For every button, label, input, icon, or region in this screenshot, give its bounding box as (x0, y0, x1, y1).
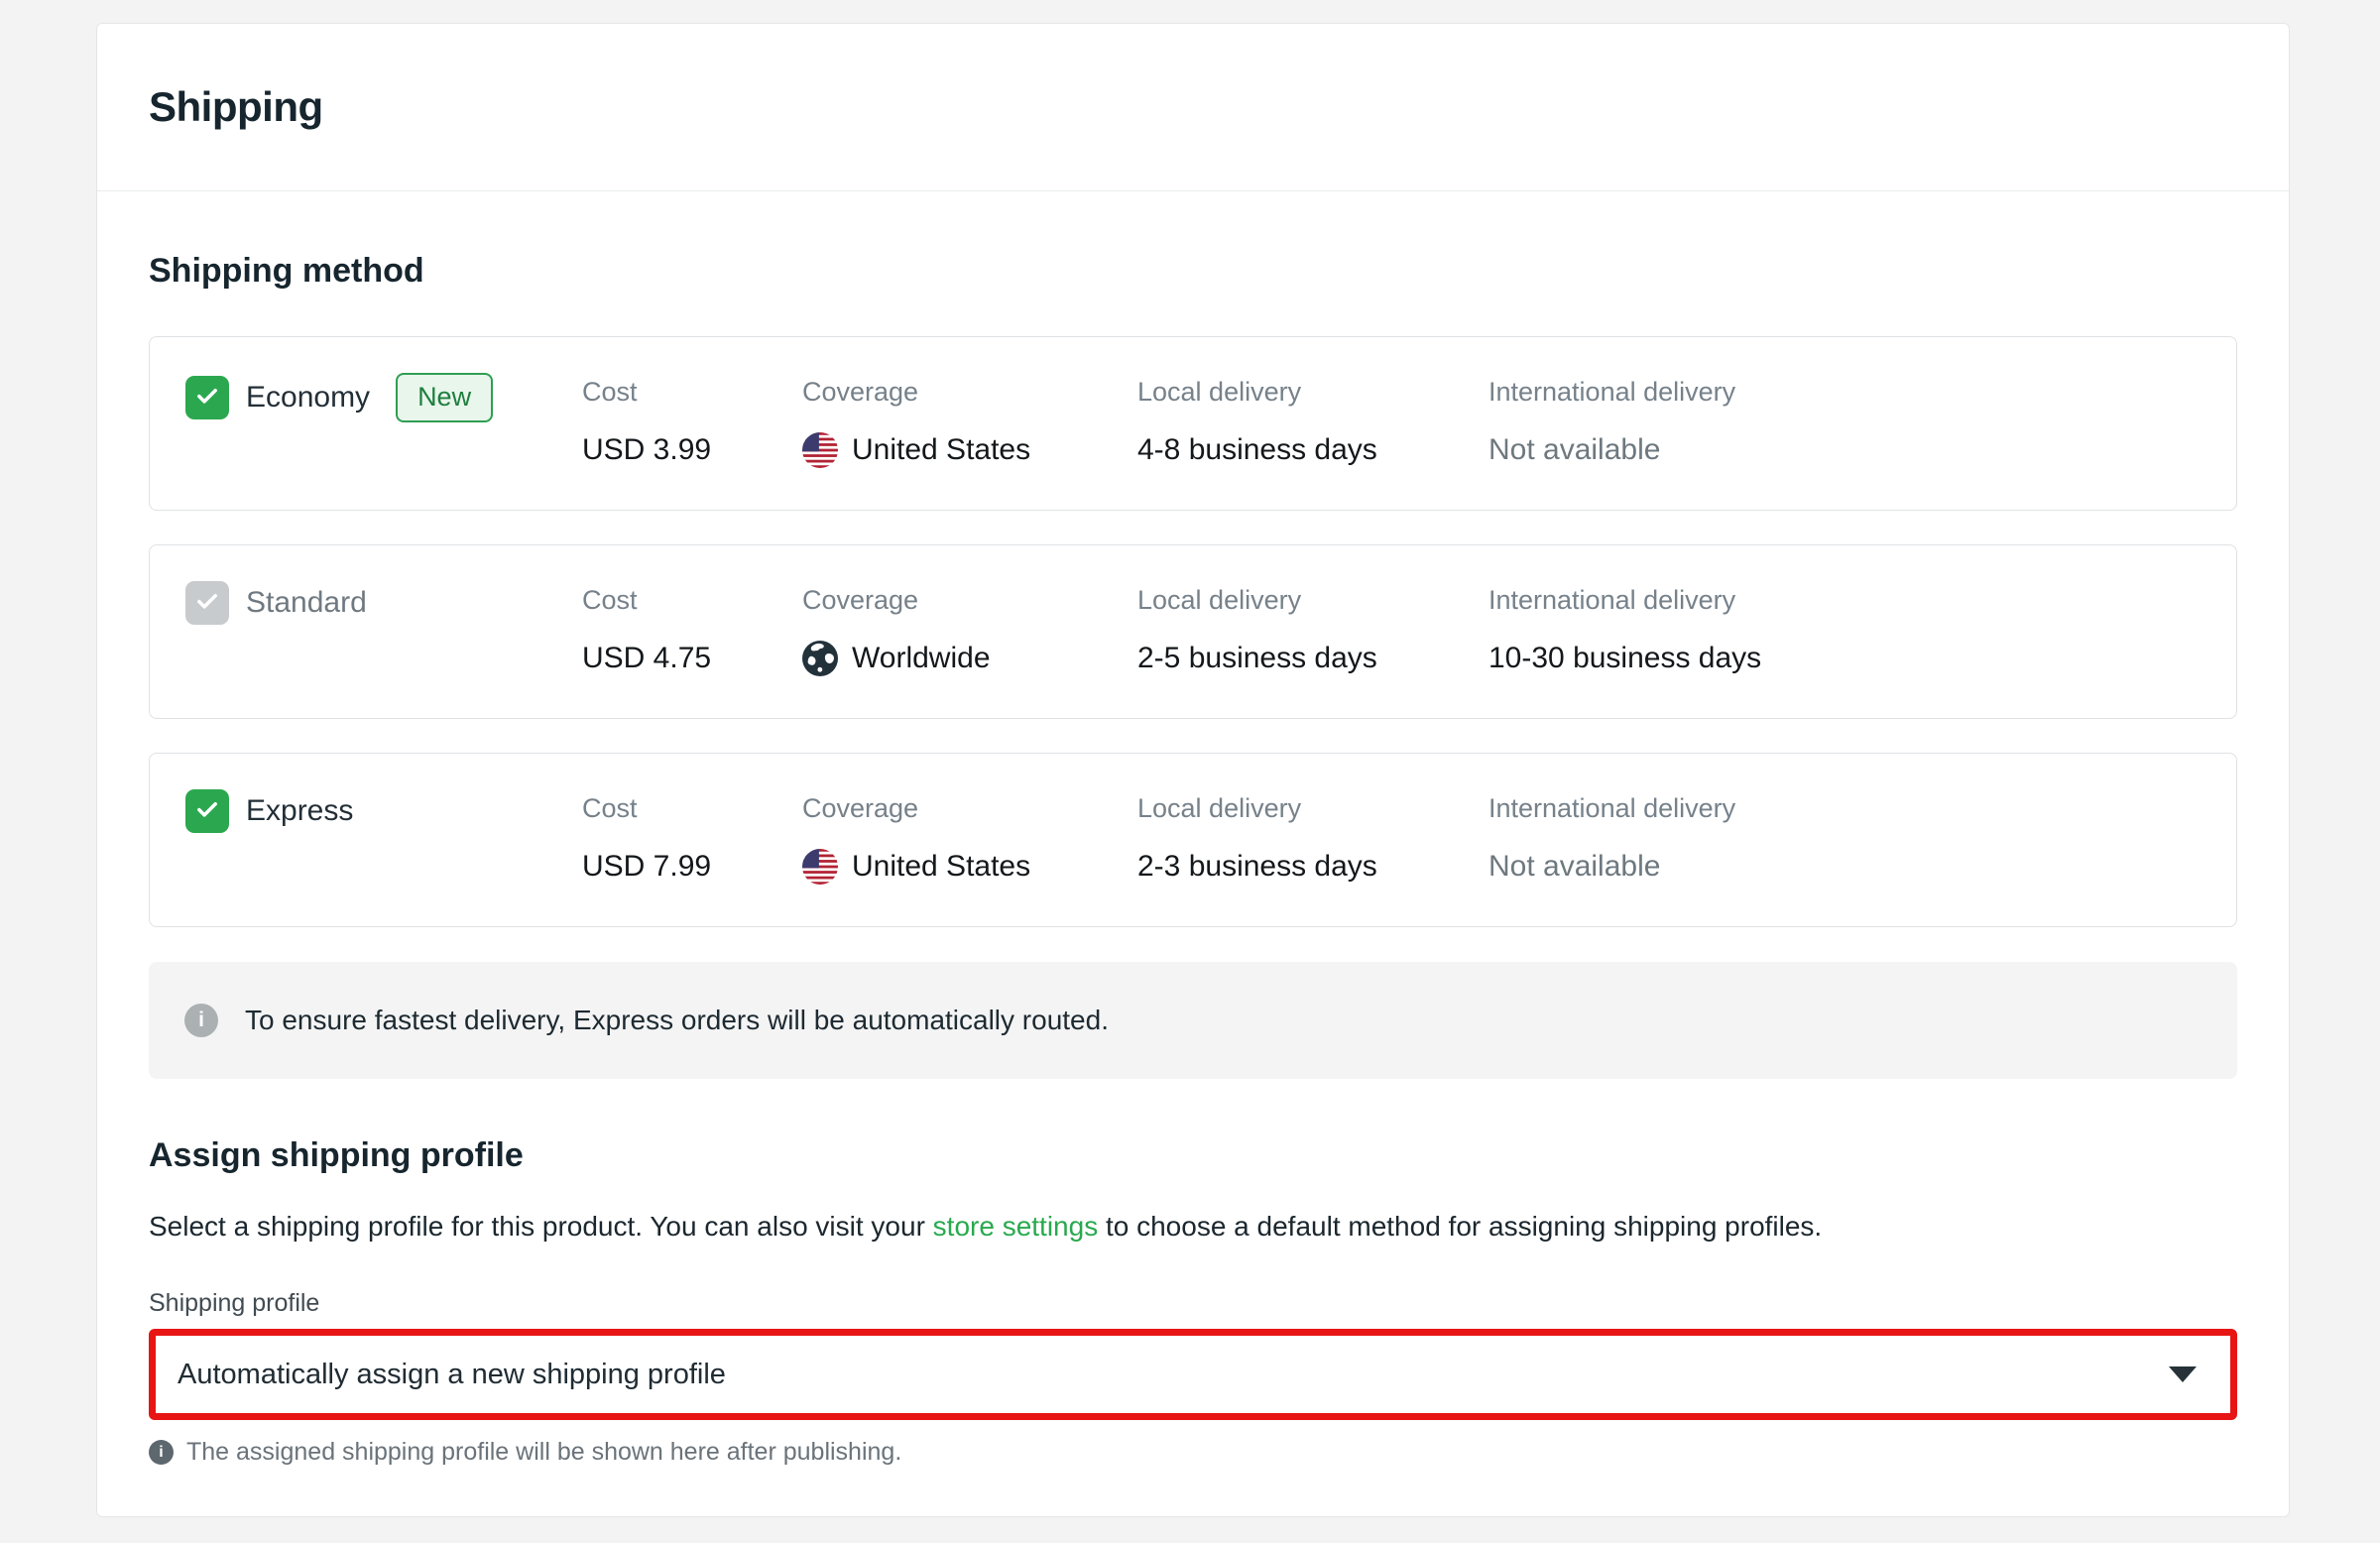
standard-checkbox[interactable] (185, 581, 229, 625)
checkmark-icon (193, 382, 221, 415)
cost-column-label: Cost (582, 375, 711, 409)
page-title: Shipping (149, 83, 323, 131)
shipping-profile-select[interactable]: Automatically assign a new shipping prof… (149, 1329, 2237, 1420)
cost-value: USD 3.99 (582, 430, 711, 470)
page-background: Shipping Shipping method Economy New Cos… (0, 0, 2380, 1543)
assign-description-after: to choose a default method for assigning… (1098, 1211, 1822, 1242)
method-name: Express (246, 789, 353, 833)
shipping-method-row-express: Express Cost USD 7.99 Coverage (149, 753, 2237, 927)
cost-column-label: Cost (582, 791, 711, 825)
globe-icon (802, 641, 838, 676)
shipping-profile-label: Shipping profile (149, 1288, 2237, 1318)
express-checkbox[interactable] (185, 789, 229, 833)
international-delivery-value: Not available (1488, 847, 1735, 887)
info-icon: i (184, 1004, 218, 1037)
economy-checkbox[interactable] (185, 376, 229, 419)
cost-value: USD 4.75 (582, 639, 711, 678)
method-name: Standard (246, 581, 367, 625)
coverage-column-label: Coverage (802, 583, 991, 617)
new-badge: New (396, 373, 493, 422)
shipping-method-row-economy: Economy New Cost USD 3.99 Coverage (149, 336, 2237, 511)
coverage-column-label: Coverage (802, 791, 1030, 825)
shipping-profile-note-text: The assigned shipping profile will be sh… (186, 1438, 901, 1467)
cost-value: USD 7.99 (582, 847, 711, 887)
shipping-card: Shipping Shipping method Economy New Cos… (96, 23, 2290, 1517)
info-icon-small: i (149, 1440, 174, 1465)
shipping-method-row-standard: Standard Cost USD 4.75 Coverage (149, 544, 2237, 719)
local-delivery-column-label: Local delivery (1137, 791, 1377, 825)
local-delivery-column-label: Local delivery (1137, 375, 1377, 409)
assign-description-before: Select a shipping profile for this produ… (149, 1211, 933, 1242)
checkmark-icon (193, 795, 221, 828)
cost-column-label: Cost (582, 583, 711, 617)
card-body: Shipping method Economy New Cost USD 3.9… (97, 251, 2289, 1467)
international-delivery-value: Not available (1488, 430, 1735, 470)
local-delivery-value: 2-5 business days (1137, 639, 1377, 678)
assign-shipping-profile-heading: Assign shipping profile (149, 1135, 2237, 1175)
info-banner: i To ensure fastest delivery, Express or… (149, 962, 2237, 1079)
international-delivery-column-label: International delivery (1488, 791, 1735, 825)
international-delivery-value: 10-30 business days (1488, 639, 1761, 678)
chevron-down-icon (2169, 1366, 2197, 1382)
assign-description: Select a shipping profile for this produ… (149, 1208, 2237, 1246)
store-settings-link[interactable]: store settings (933, 1211, 1099, 1242)
international-delivery-column-label: International delivery (1488, 375, 1735, 409)
checkmark-icon (193, 587, 221, 620)
method-name: Economy (246, 376, 370, 419)
info-banner-text: To ensure fastest delivery, Express orde… (245, 1005, 1109, 1036)
local-delivery-value: 2-3 business days (1137, 847, 1377, 887)
us-flag-icon (802, 849, 838, 885)
coverage-value: Worldwide (802, 639, 991, 678)
coverage-value: United States (802, 847, 1030, 887)
card-header: Shipping (97, 24, 2289, 191)
shipping-profile-select-value: Automatically assign a new shipping prof… (178, 1359, 726, 1391)
coverage-value: United States (802, 430, 1030, 470)
shipping-method-heading: Shipping method (149, 251, 2237, 291)
us-flag-icon (802, 432, 838, 468)
international-delivery-column-label: International delivery (1488, 583, 1761, 617)
local-delivery-value: 4-8 business days (1137, 430, 1377, 470)
local-delivery-column-label: Local delivery (1137, 583, 1377, 617)
coverage-column-label: Coverage (802, 375, 1030, 409)
shipping-profile-note: i The assigned shipping profile will be … (149, 1438, 2237, 1467)
